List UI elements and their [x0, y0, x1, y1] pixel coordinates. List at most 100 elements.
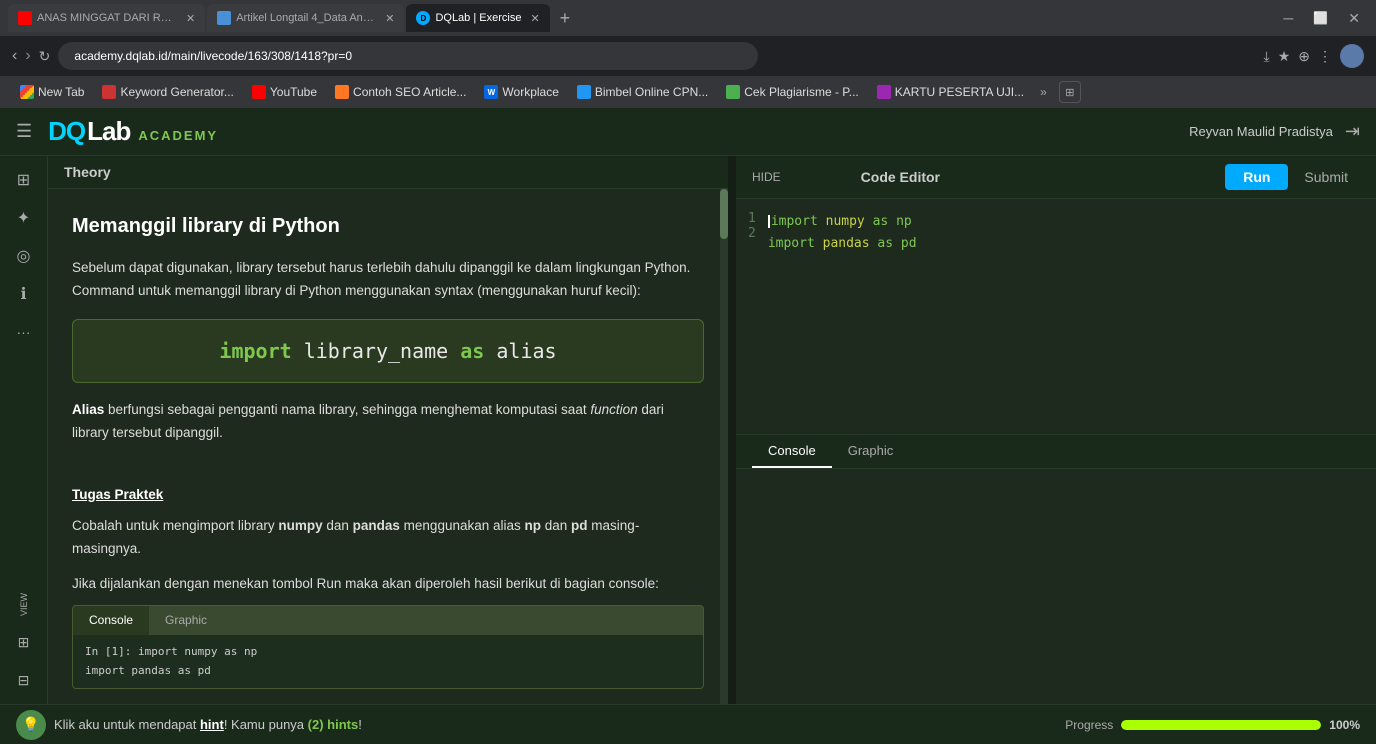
numpy-name: numpy [826, 214, 873, 229]
run-button[interactable]: Run [1225, 164, 1288, 190]
tab3-close[interactable]: ✕ [530, 12, 539, 25]
sidebar-icons: ⊞ ✦ ◎ ℹ ··· VIEW ⊞ ⊟ [0, 156, 48, 704]
scrollbar-track[interactable] [720, 189, 728, 704]
bookmark-new-tab[interactable]: New Tab [12, 83, 92, 101]
console-tab-console[interactable]: Console [752, 435, 832, 468]
numpy-strong: numpy [278, 518, 322, 533]
hint-link[interactable]: hint [200, 717, 224, 732]
bookmark-kartu[interactable]: KARTU PESERTA UJI... [869, 83, 1032, 101]
console-preview-tab-console[interactable]: Console [73, 606, 149, 634]
browser-menu-4[interactable]: ⋮ [1318, 44, 1332, 68]
profile-avatar[interactable] [1340, 44, 1364, 68]
bookmark-cek[interactable]: Cek Plagiarisme - P... [718, 83, 867, 101]
theory-content: Memanggil library di Python Sebelum dapa… [48, 189, 728, 704]
tab1-label: ANAS MINGGAT DARI RUM... [37, 12, 177, 24]
sidebar-icon-circle[interactable]: ◎ [8, 240, 40, 272]
tab-inactive-2[interactable]: Artikel Longtail 4_Data Analyst_K... ✕ [207, 4, 404, 32]
bookmark-bimbel[interactable]: Bimbel Online CPN... [569, 83, 716, 101]
theory-heading: Memanggil library di Python [72, 209, 704, 243]
browser-menu-2[interactable]: ★ [1278, 44, 1291, 68]
browser-menu-1[interactable]: ⤓ [1264, 44, 1270, 68]
sidebar-icon-bottom2[interactable]: ⊟ [8, 664, 40, 696]
bookmark-workplace[interactable]: W Workplace [476, 83, 566, 101]
tugas-dan: dan [541, 518, 571, 533]
progress-label: Progress [1065, 718, 1113, 732]
sidebar-icon-grid[interactable]: ⊞ [8, 164, 40, 196]
progress-pct: 100% [1329, 718, 1360, 732]
console-preview-tab-graphic[interactable]: Graphic [149, 606, 223, 634]
tab-inactive-1[interactable]: ANAS MINGGAT DARI RUM... ✕ [8, 4, 205, 32]
sidebar-icon-more[interactable]: ··· [8, 316, 40, 348]
close-button[interactable]: ✕ [1340, 8, 1368, 29]
para2-mid: berfungsi sebagai pengganti nama library… [104, 402, 590, 417]
console-preview-content: In [1]: import numpy as np import pandas… [73, 635, 703, 688]
bm1-label: Keyword Generator... [120, 85, 233, 99]
code-import: import [219, 339, 303, 363]
bookmark-contoh[interactable]: Contoh SEO Article... [327, 83, 474, 101]
console-line-1: In [1]: import numpy as np [85, 643, 691, 662]
console-preview-tabs: Console Graphic [73, 606, 703, 634]
address-input[interactable] [58, 42, 758, 70]
logout-button[interactable]: ⇥ [1345, 121, 1360, 142]
code-as: as [460, 339, 496, 363]
hint-bar: 💡 Klik aku untuk mendapat hint! Kamu pun… [0, 704, 1376, 744]
console-area [736, 469, 1376, 704]
as-kw1: as [873, 214, 896, 229]
forward-button[interactable]: › [25, 47, 30, 65]
bm0-label: New Tab [38, 85, 84, 99]
tugas-pre: Cobalah untuk mengimport library [72, 518, 278, 533]
hint-avatar[interactable]: 💡 [16, 710, 46, 740]
code-block: import library_name as alias [72, 319, 704, 383]
panel-divider[interactable] [728, 156, 736, 704]
code-lines[interactable]: import numpy as np import pandas as pd [768, 211, 1364, 422]
as-kw2: as [877, 236, 900, 251]
pd-strong: pd [571, 518, 588, 533]
hint-mid: ! Kamu punya [224, 717, 308, 732]
code-line-1: import numpy as np [768, 211, 1364, 233]
sidebar-icon-info[interactable]: ℹ [8, 278, 40, 310]
tab2-label: Artikel Longtail 4_Data Analyst_K... [236, 12, 376, 24]
console-line-2: import pandas as pd [85, 662, 691, 681]
bookmark-keyword[interactable]: Keyword Generator... [94, 83, 241, 101]
progress-bar [1121, 720, 1321, 730]
submit-button[interactable]: Submit [1292, 164, 1360, 190]
app-header: ☰ DQLab ACADEMY Reyvan Maulid Pradistya … [0, 108, 1376, 156]
tab1-close[interactable]: ✕ [186, 12, 195, 25]
sidebar-icon-bottom1[interactable]: ⊞ [8, 626, 40, 658]
tab2-close[interactable]: ✕ [385, 12, 394, 25]
header-right: Reyvan Maulid Pradistya ⇥ [1189, 121, 1360, 142]
code-header: HIDE Code Editor Run Submit [736, 156, 1376, 199]
tugas-post: menggunakan alias [400, 518, 525, 533]
hide-button[interactable]: HIDE [752, 170, 781, 184]
browser-menu-3[interactable]: ⊕ [1298, 44, 1310, 68]
tab-active-3[interactable]: D DQLab | Exercise ✕ [406, 4, 549, 32]
logo-dq: DQ [48, 116, 85, 147]
para2-italic: function [590, 402, 637, 417]
code-editor-area: 1 2 import numpy as np import pandas as … [736, 199, 1376, 434]
line-numbers: 1 2 [748, 211, 756, 422]
maximize-button[interactable]: ⬜ [1305, 8, 1336, 29]
console-tab-graphic[interactable]: Graphic [832, 435, 910, 468]
hint-count: (2) hints [308, 717, 359, 732]
bookmark-youtube[interactable]: YouTube [244, 83, 325, 101]
reload-button[interactable]: ↻ [39, 48, 51, 65]
sidebar-icon-cursor[interactable]: ✦ [8, 202, 40, 234]
alias-strong: Alias [72, 402, 104, 417]
bm6-label: Cek Plagiarisme - P... [744, 85, 859, 99]
np-alias: np [896, 214, 912, 229]
code-libname: library_name [304, 339, 461, 363]
tugas-para2: Jika dijalankan dengan menekan tombol Ru… [72, 573, 704, 596]
bookmarks-more[interactable]: » [1034, 83, 1053, 101]
hamburger-menu[interactable]: ☰ [16, 121, 32, 142]
back-button[interactable]: ‹ [12, 47, 17, 65]
new-tab-button[interactable]: + [552, 9, 579, 27]
bookmarks-bar: New Tab Keyword Generator... YouTube Con… [0, 76, 1376, 108]
minimize-button[interactable]: ─ [1275, 8, 1301, 29]
bm3-label: Contoh SEO Article... [353, 85, 466, 99]
pd-alias: pd [901, 236, 917, 251]
progress-wrap: Progress 100% [1065, 718, 1360, 732]
extensions-btn[interactable]: ⊞ [1059, 81, 1081, 103]
browser-chrome: ANAS MINGGAT DARI RUM... ✕ Artikel Longt… [0, 0, 1376, 108]
import-kw2: import [768, 236, 823, 251]
code-line-2: import pandas as pd [768, 233, 1364, 255]
